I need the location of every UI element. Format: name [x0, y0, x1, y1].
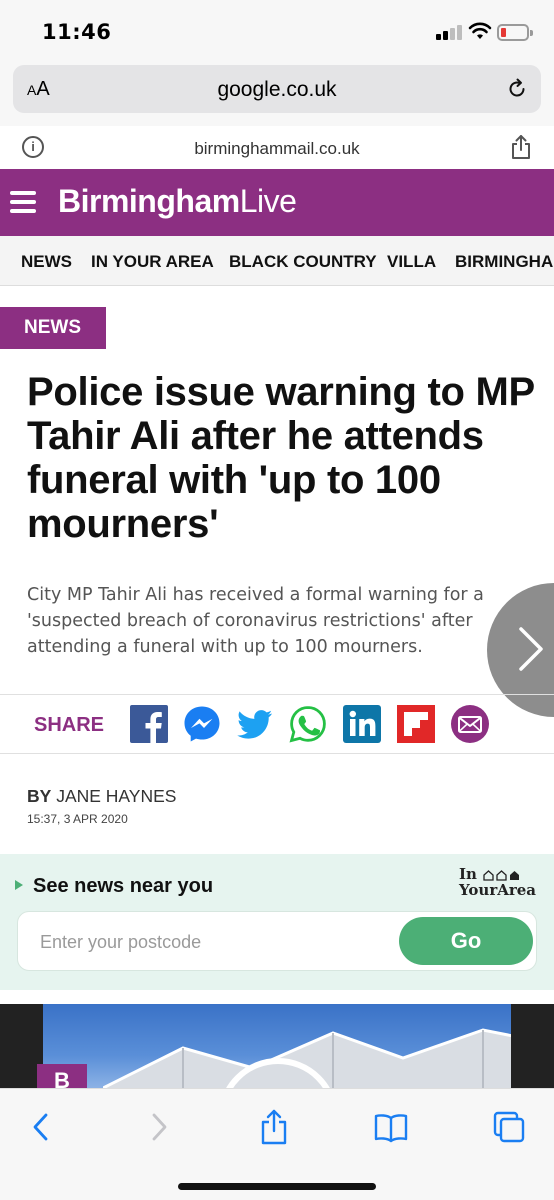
- in-your-area-logo: In YourArea: [459, 866, 536, 898]
- twitter-icon[interactable]: [236, 705, 274, 743]
- battery-icon: [497, 24, 533, 41]
- share-icon[interactable]: [510, 134, 532, 160]
- whatsapp-icon[interactable]: [289, 705, 327, 743]
- article-standfirst: City MP Tahir Ali has received a formal …: [27, 585, 484, 657]
- triangle-bullet-icon: [15, 880, 23, 890]
- forward-icon[interactable]: [138, 1107, 178, 1147]
- bookmarks-icon[interactable]: [371, 1107, 411, 1147]
- home-indicator[interactable]: [178, 1183, 376, 1190]
- site-header: BirminghamLive: [0, 169, 554, 236]
- address-bar[interactable]: AA google.co.uk: [13, 65, 541, 113]
- image-badge: B: [37, 1064, 87, 1090]
- back-icon[interactable]: [22, 1107, 62, 1147]
- share-label: SHARE: [34, 714, 105, 736]
- houses-icon: [483, 870, 520, 881]
- site-logo[interactable]: BirminghamLive: [58, 183, 297, 220]
- nav-item-black-country[interactable]: BLACK COUNTRY: [229, 252, 377, 272]
- address-bar-container: AA google.co.uk: [0, 60, 554, 126]
- logo-line-yourarea: YourArea: [459, 881, 537, 899]
- browser-toolbar: [0, 1088, 554, 1200]
- status-bar: 11:46: [0, 0, 554, 60]
- menu-icon[interactable]: [10, 191, 36, 213]
- facebook-icon[interactable]: [130, 705, 168, 743]
- url-text[interactable]: google.co.uk: [13, 78, 541, 102]
- cellular-signal-icon: [436, 24, 464, 40]
- nav-item-birmingham[interactable]: BIRMINGHAM: [455, 252, 554, 272]
- linkedin-icon[interactable]: [343, 705, 381, 743]
- messenger-icon[interactable]: [183, 705, 221, 743]
- nav-item-in-your-area[interactable]: IN YOUR AREA: [91, 252, 214, 272]
- article-image: B: [0, 1004, 554, 1090]
- tabs-icon[interactable]: [489, 1107, 529, 1147]
- byline: BY JANE HAYNES: [27, 786, 176, 807]
- go-button[interactable]: Go: [399, 917, 533, 965]
- share-bar: SHARE: [0, 694, 554, 754]
- article-photo[interactable]: [43, 1004, 511, 1090]
- site-info-bar: i birminghammail.co.uk: [0, 126, 554, 170]
- postcode-field[interactable]: Enter your postcode Go: [17, 911, 537, 971]
- logo-live: Live: [239, 183, 297, 219]
- status-time: 11:46: [42, 20, 112, 44]
- section-tag[interactable]: NEWS: [0, 307, 106, 349]
- article-headline: Police issue warning to MP Tahir Ali aft…: [27, 370, 535, 546]
- author-name[interactable]: JANE HAYNES: [56, 786, 176, 806]
- postcode-placeholder[interactable]: Enter your postcode: [40, 932, 201, 953]
- in-your-area-widget: See news near you In YourArea Enter your…: [0, 854, 554, 990]
- flipboard-icon[interactable]: [397, 705, 435, 743]
- logo-birmingham: Birmingham: [58, 183, 240, 219]
- section-nav: NEWS IN YOUR AREA BLACK COUNTRY VILLA BI…: [0, 236, 554, 286]
- byline-prefix: BY: [27, 786, 52, 806]
- page: 11:46 AA google.co.uk i birminghammail.c…: [0, 0, 554, 1200]
- nav-item-news[interactable]: NEWS: [21, 252, 72, 272]
- email-icon[interactable]: [451, 705, 489, 743]
- chevron-right-icon: [519, 627, 543, 671]
- publish-date: 15:37, 3 APR 2020: [27, 812, 128, 826]
- site-domain: birminghammail.co.uk: [194, 139, 360, 158]
- share-icon[interactable]: [254, 1107, 294, 1147]
- widget-title: See news near you: [33, 875, 214, 897]
- wifi-icon: [468, 22, 492, 39]
- reload-icon[interactable]: [505, 77, 529, 101]
- nav-item-villa[interactable]: VILLA: [387, 252, 436, 272]
